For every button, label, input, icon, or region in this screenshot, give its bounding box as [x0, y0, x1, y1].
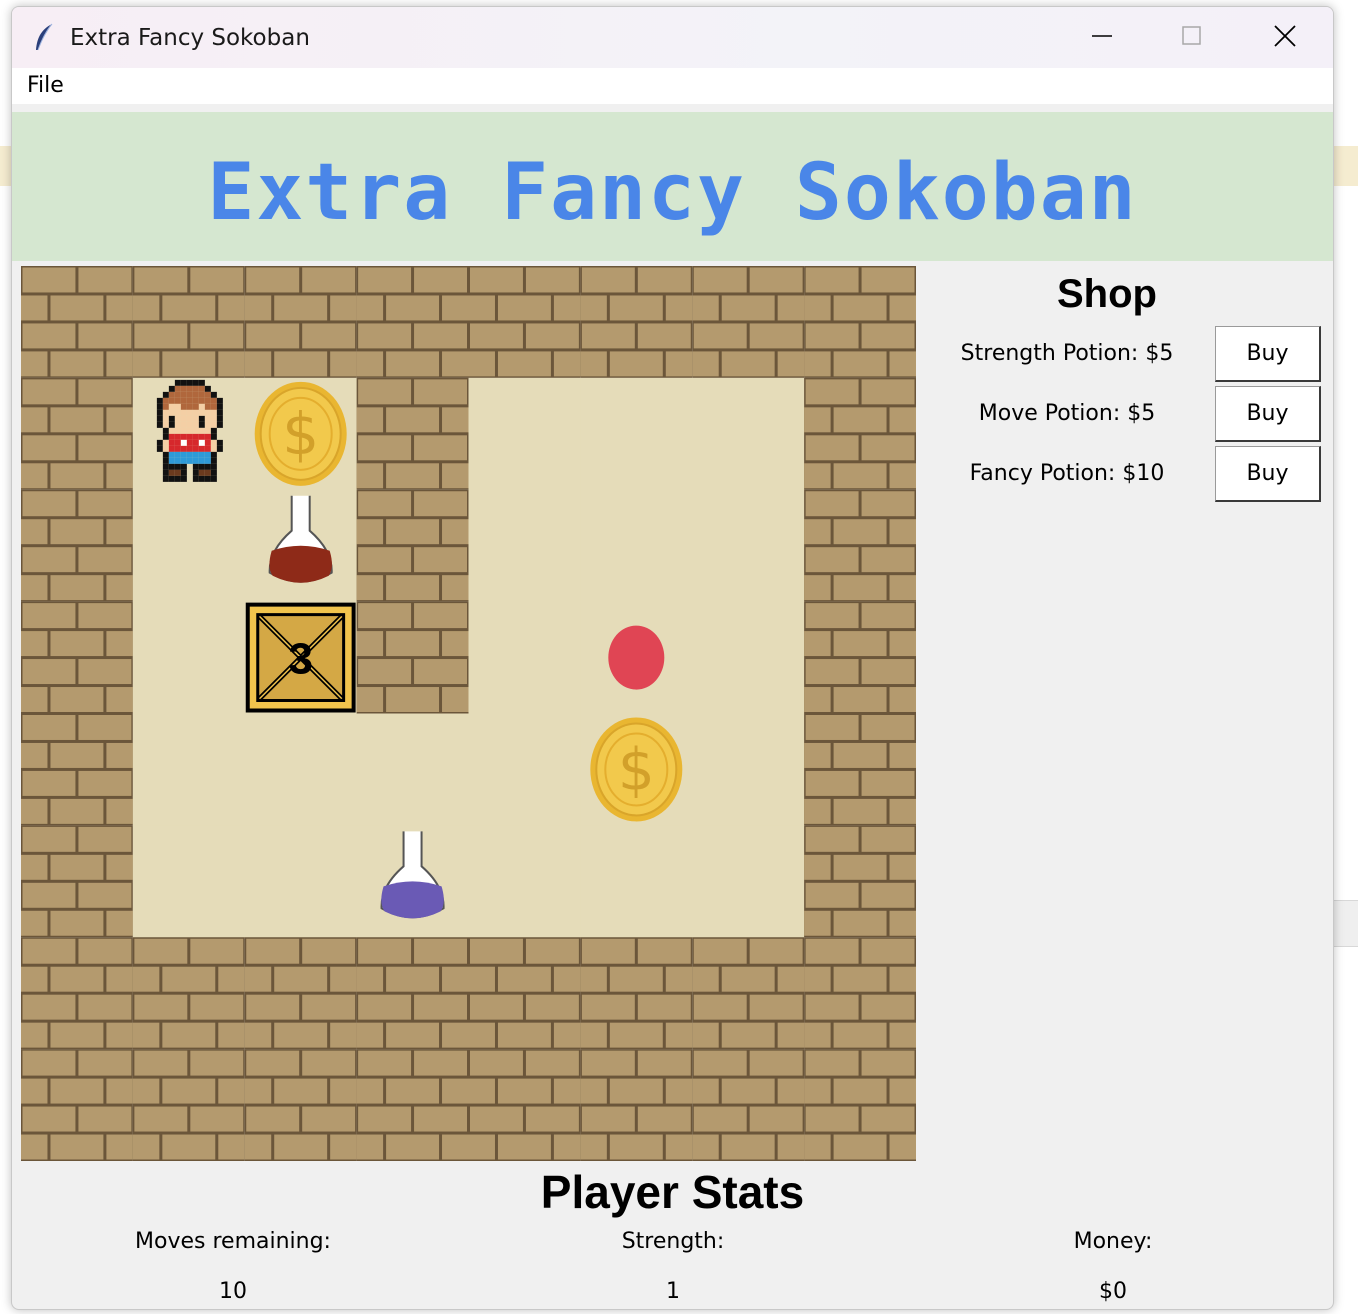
wall-tile [804, 1049, 916, 1161]
wall-tile [356, 266, 469, 378]
wall-tile [244, 266, 357, 378]
wall-tile [804, 377, 916, 490]
wall-tile [21, 601, 133, 714]
maximize-button[interactable] [1162, 17, 1222, 57]
coin-icon: $ [590, 717, 683, 822]
wall-tile [356, 937, 469, 1050]
wall-tile [356, 377, 469, 490]
floor-tile [468, 601, 581, 714]
close-icon [1274, 25, 1296, 47]
floor-tile [132, 825, 246, 938]
goal-marker [608, 625, 665, 690]
wall-tile [468, 937, 581, 1050]
wall-tile [804, 266, 916, 378]
menu-file[interactable]: File [27, 73, 64, 98]
moves-remaining-value: 10 [219, 1279, 247, 1304]
player-stats-title: Player Stats [540, 1166, 805, 1218]
wall-tile [580, 1049, 693, 1161]
background-strip [0, 146, 11, 186]
svg-text:$: $ [618, 735, 655, 803]
wall-tile [21, 937, 133, 1050]
background-strip [1333, 146, 1358, 186]
floor-tile [132, 489, 246, 603]
money-label: Money: [1073, 1229, 1153, 1254]
app-window: Extra Fancy Sokoban File Extra Fancy Sok… [11, 6, 1334, 1310]
maximize-icon [1182, 26, 1201, 45]
floor-tile [468, 713, 581, 826]
shop-title: Shop [1057, 272, 1157, 316]
strength-label: Strength: [621, 1229, 725, 1254]
shop-item-label-strength-potion: Strength Potion: $5 [960, 341, 1174, 366]
game-board[interactable]: $3 $ [21, 266, 916, 1161]
floor-tile [580, 377, 693, 491]
floor-tile [692, 825, 805, 938]
floor-tile [468, 825, 581, 938]
wall-tile [132, 1049, 245, 1161]
wall-tile [21, 713, 133, 826]
strength-value: 1 [666, 1279, 680, 1304]
floor-tile [692, 713, 805, 826]
wall-tile [356, 1049, 469, 1161]
floor-tile [356, 713, 469, 826]
floor-tile [468, 489, 581, 603]
shop-item-label-fancy-potion: Fancy Potion: $10 [969, 461, 1165, 486]
money-value: $0 [1099, 1279, 1127, 1304]
crate-label: 3 [288, 635, 312, 684]
banner-title: Extra Fancy Sokoban [207, 148, 1138, 238]
feather-icon [32, 23, 56, 53]
floor-tile [692, 601, 805, 714]
wall-tile [580, 937, 693, 1050]
floor-tile [132, 713, 246, 826]
crate[interactable]: 3 [245, 602, 356, 713]
floor-tile [580, 825, 693, 938]
wall-tile [804, 713, 916, 826]
wall-tile [21, 1049, 133, 1161]
buy-strength-potion-button[interactable]: Buy [1215, 326, 1321, 382]
banner: Extra Fancy Sokoban [12, 112, 1333, 261]
wall-tile [356, 601, 469, 714]
buy-fancy-potion-button[interactable]: Buy [1215, 446, 1321, 502]
window-title: Extra Fancy Sokoban [70, 25, 310, 51]
wall-tile [804, 825, 916, 938]
minimize-icon [1092, 35, 1112, 37]
wall-tile [804, 489, 916, 602]
wall-tile [132, 266, 245, 378]
wall-tile [468, 1049, 581, 1161]
floor-tile [692, 377, 805, 491]
title-bar: Extra Fancy Sokoban [12, 7, 1333, 68]
floor-tile [132, 601, 246, 714]
menu-bar: File [12, 68, 1333, 104]
floor-tile [580, 489, 693, 603]
wall-tile [468, 266, 581, 378]
minimize-button[interactable] [1072, 17, 1132, 57]
wall-tile [21, 825, 133, 938]
wall-tile [692, 266, 805, 378]
background-strip [1333, 900, 1358, 947]
wall-tile [692, 937, 805, 1050]
floor-tile [244, 713, 358, 826]
wall-tile [356, 489, 469, 602]
floor-tile [244, 825, 358, 938]
wall-tile [132, 937, 245, 1050]
shop-item-label-move-potion: Move Potion: $5 [978, 401, 1156, 426]
wall-tile [244, 1049, 357, 1161]
wall-tile [580, 266, 693, 378]
wall-tile [804, 937, 916, 1050]
coin-icon: $ [254, 381, 347, 486]
floor-tile [468, 377, 581, 491]
close-button[interactable] [1255, 17, 1315, 57]
wall-tile [21, 377, 133, 490]
svg-text:$: $ [282, 400, 319, 468]
moves-remaining-label: Moves remaining: [135, 1229, 331, 1254]
wall-tile [244, 937, 357, 1050]
wall-tile [21, 489, 133, 602]
wall-tile [804, 601, 916, 714]
buy-move-potion-button[interactable]: Buy [1215, 386, 1321, 442]
wall-tile [692, 1049, 805, 1161]
floor-tile [692, 489, 805, 603]
wall-tile [21, 266, 133, 378]
